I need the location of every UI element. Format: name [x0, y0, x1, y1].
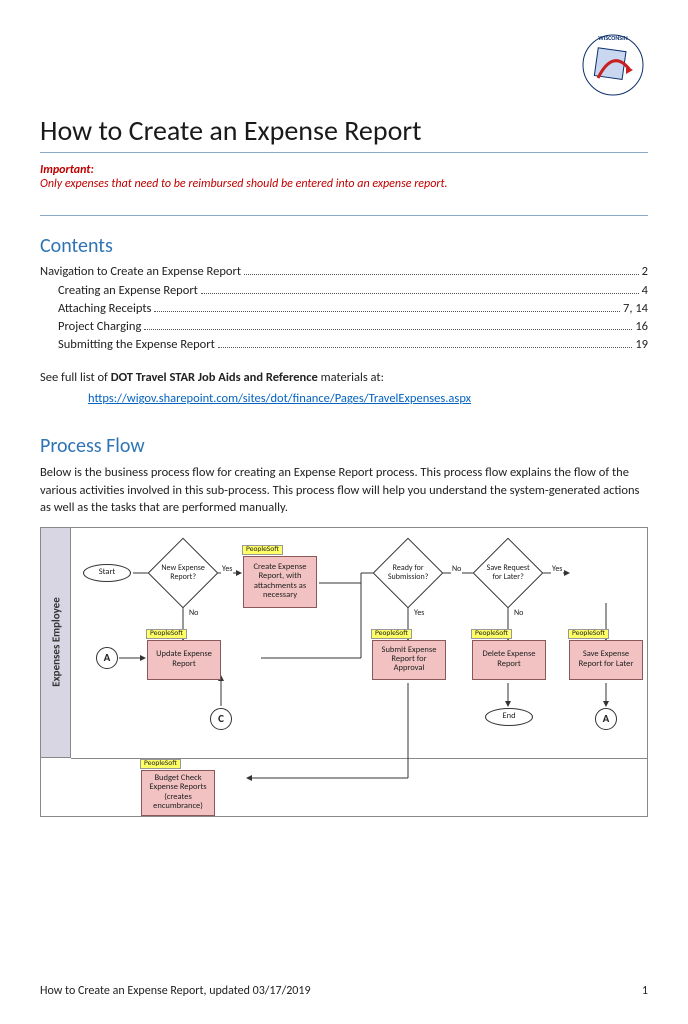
flow-delete-report: PeopleSoft Delete Expense Report: [472, 640, 546, 680]
toc-page: 4: [642, 283, 648, 298]
flow-submit-approval: PeopleSoft Submit Expense Report for App…: [372, 640, 446, 680]
flow-update-report: PeopleSoft Update Expense Report: [147, 640, 221, 680]
flow-start: Start: [83, 564, 131, 582]
toc-page: 16: [635, 319, 648, 334]
toc-leader: [144, 319, 632, 330]
footer-page-number: 1: [642, 984, 648, 998]
process-flow-heading: Process Flow: [40, 434, 648, 458]
page-title: How to Create an Expense Report: [40, 113, 648, 153]
edge-yes: Yes: [221, 564, 233, 574]
toc-label: Navigation to Create an Expense Report: [40, 264, 241, 279]
page-footer: How to Create an Expense Report, updated…: [40, 984, 648, 998]
important-label: Important:: [40, 163, 648, 177]
edge-no: No: [188, 608, 199, 618]
swimlane-label: Expenses Employee: [41, 528, 71, 758]
svg-text:WISCONSIN: WISCONSIN: [598, 34, 627, 42]
flow-connector-a2: A: [595, 708, 617, 730]
peoplesoft-tag: PeopleSoft: [146, 629, 187, 639]
toc-page: 19: [635, 337, 648, 352]
flow-save-later: PeopleSoft Save Expense Report for Later: [569, 640, 643, 680]
toc-label: Project Charging: [58, 319, 141, 334]
process-flow-diagram: Expenses Employee Start New Expense Repo…: [40, 527, 648, 817]
process-flow-body: Below is the business process flow for c…: [40, 464, 648, 517]
reference-text: See full list of DOT Travel STAR Job Aid…: [40, 370, 648, 385]
toc-leader: [218, 337, 633, 348]
flow-end: End: [485, 708, 533, 726]
peoplesoft-tag: PeopleSoft: [242, 545, 283, 555]
edge-no: No: [451, 564, 462, 574]
important-body: Only expenses that need to be reimbursed…: [40, 177, 648, 191]
wisconsin-dot-logo: WISCONSIN: [578, 30, 648, 100]
footer-left: How to Create an Expense Report, updated…: [40, 984, 311, 998]
flow-connector-a: A: [96, 647, 118, 669]
contents-heading: Contents: [40, 234, 648, 258]
flow-create-report: PeopleSoft Create Expense Report, with a…: [243, 556, 317, 608]
edge-no: No: [513, 608, 524, 618]
flow-connector-c: C: [210, 708, 232, 730]
peoplesoft-tag: PeopleSoft: [371, 629, 412, 639]
toc-row[interactable]: Submitting the Expense Report 19: [40, 337, 648, 352]
reference-link[interactable]: https://wigov.sharepoint.com/sites/dot/f…: [88, 391, 471, 406]
edge-yes: Yes: [413, 608, 425, 618]
edge-yes: Yes: [551, 564, 563, 574]
toc-leader: [154, 301, 620, 312]
table-of-contents: Navigation to Create an Expense Report 2…: [40, 264, 648, 352]
toc-page: 2: [642, 264, 648, 279]
toc-label: Attaching Receipts: [58, 301, 151, 316]
peoplesoft-tag: PeopleSoft: [140, 759, 181, 769]
toc-leader: [244, 264, 639, 275]
divider: [40, 215, 648, 216]
toc-label: Creating an Expense Report: [58, 283, 198, 298]
toc-row[interactable]: Attaching Receipts 7, 14: [40, 301, 648, 316]
toc-row[interactable]: Project Charging 16: [40, 319, 648, 334]
toc-label: Submitting the Expense Report: [58, 337, 215, 352]
peoplesoft-tag: PeopleSoft: [568, 629, 609, 639]
flow-budget-check: PeopleSoft Budget Check Expense Reports …: [141, 770, 215, 816]
toc-page: 7, 14: [623, 301, 648, 316]
toc-row[interactable]: Creating an Expense Report 4: [40, 282, 648, 297]
toc-row[interactable]: Navigation to Create an Expense Report 2: [40, 264, 648, 279]
toc-leader: [201, 282, 639, 293]
peoplesoft-tag: PeopleSoft: [471, 629, 512, 639]
